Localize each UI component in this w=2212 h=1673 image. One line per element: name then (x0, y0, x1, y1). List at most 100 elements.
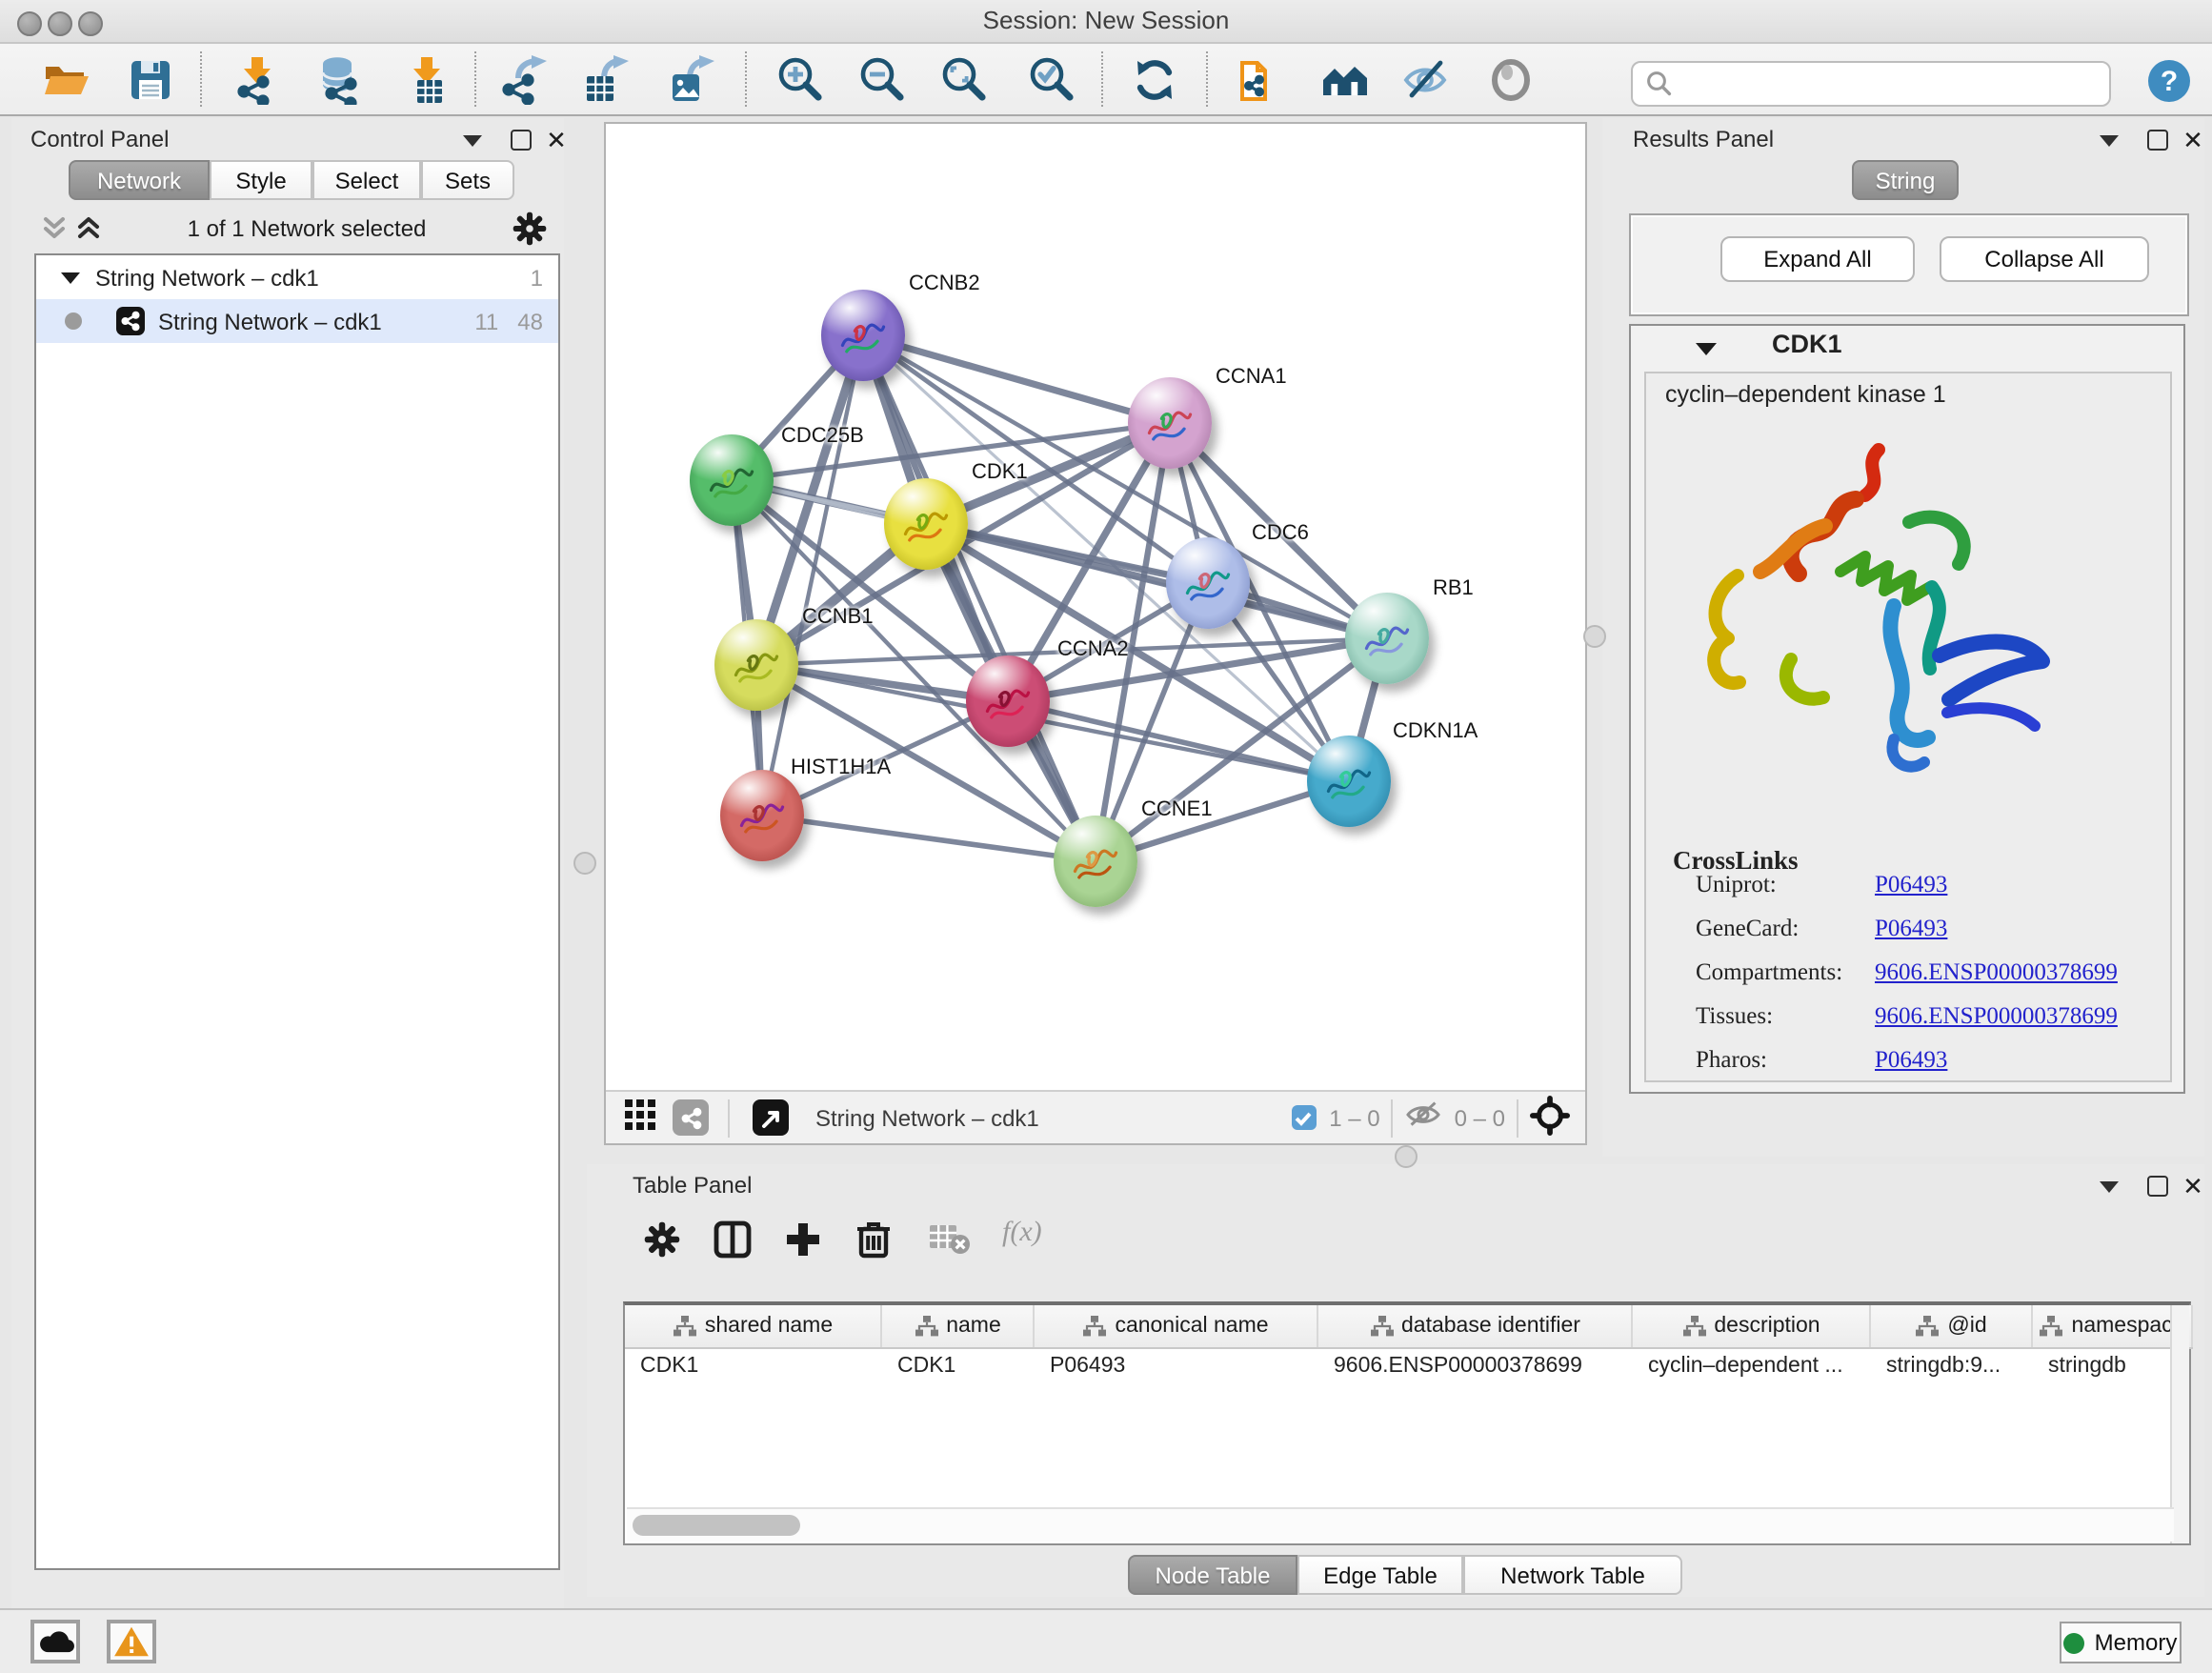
table-panel-float-icon[interactable] (2142, 1174, 2172, 1199)
add-row-icon[interactable] (783, 1219, 823, 1269)
network-node-CDK1[interactable] (884, 478, 968, 570)
show-all-icon[interactable] (1482, 51, 1539, 109)
open-session-icon[interactable] (38, 51, 95, 109)
memory-button[interactable]: Memory (2060, 1622, 2182, 1663)
network-node-CDC6[interactable] (1166, 537, 1250, 629)
table-cell[interactable]: stringdb (2033, 1347, 2193, 1383)
table-cell[interactable]: P06493 (1035, 1347, 1318, 1383)
zoom-out-icon[interactable] (854, 51, 911, 109)
network-node-RB1[interactable] (1345, 593, 1429, 684)
results-panel-float-icon[interactable] (2142, 128, 2172, 152)
expand-all-button[interactable]: Expand All (1720, 236, 1915, 282)
network-options-gear-icon[interactable] (513, 212, 547, 255)
network-node-CDKN1A[interactable] (1307, 736, 1391, 827)
control-panel-close-icon[interactable]: ✕ (541, 128, 572, 152)
horizontal-splitter-grip[interactable] (1395, 1145, 1418, 1168)
warning-button[interactable] (107, 1620, 156, 1663)
zoom-fit-icon[interactable] (935, 51, 993, 109)
collapse-all-networks-icon[interactable] (42, 215, 67, 252)
network-node-CCNE1[interactable] (1054, 816, 1137, 907)
crosslink-value-link[interactable]: 9606.ENSP00000378699 (1875, 1002, 2118, 1031)
table-panel-close-icon[interactable]: ✕ (2178, 1174, 2208, 1199)
import-string-network-icon[interactable] (1231, 51, 1288, 109)
import-network-file-icon[interactable] (229, 51, 286, 109)
table-horizontal-scrollbar[interactable] (627, 1507, 2174, 1542)
first-neighbors-icon[interactable] (1317, 51, 1374, 109)
network-share-icon[interactable] (673, 1099, 709, 1136)
search-input[interactable] (1682, 69, 2109, 99)
network-node-CDC25B[interactable] (690, 434, 774, 526)
import-network-database-icon[interactable] (311, 51, 368, 109)
import-table-file-icon[interactable] (398, 51, 455, 109)
crosslink-value-link[interactable]: P06493 (1875, 915, 1947, 943)
show-columns-icon[interactable] (713, 1219, 753, 1269)
network-node-CCNB2[interactable] (821, 290, 905, 381)
tab-edge-table[interactable]: Edge Table (1297, 1555, 1463, 1595)
network-row[interactable]: String Network – cdk1 11 48 (36, 299, 558, 343)
network-edge[interactable] (762, 816, 1096, 861)
scrollbar-thumb[interactable] (633, 1515, 800, 1536)
save-session-icon[interactable] (122, 51, 179, 109)
fit-content-crosshair-icon[interactable] (1530, 1095, 1570, 1140)
hide-selected-icon[interactable] (1398, 51, 1456, 109)
column-header-database-identifier[interactable]: database identifier (1318, 1305, 1633, 1347)
network-node-CCNA1[interactable] (1128, 377, 1212, 469)
results-panel-menu-icon[interactable] (2094, 128, 2124, 152)
table-cell[interactable]: 9606.ENSP00000378699 (1318, 1347, 1633, 1383)
column-header-description[interactable]: description (1633, 1305, 1871, 1347)
right-splitter-grip[interactable] (1583, 625, 1606, 648)
expand-all-networks-icon[interactable] (76, 215, 101, 252)
crosslink-value-link[interactable]: P06493 (1875, 1046, 1947, 1075)
tab-network[interactable]: Network (69, 160, 210, 200)
selected-checkbox-icon[interactable] (1291, 1105, 1316, 1130)
crosslink-value-link[interactable]: P06493 (1875, 871, 1947, 899)
tab-sets[interactable]: Sets (421, 160, 514, 200)
birdseye-view-icon[interactable] (753, 1099, 789, 1136)
network-node-CCNB1[interactable] (714, 619, 798, 711)
results-panel-close-icon[interactable]: ✕ (2178, 128, 2208, 152)
zoom-selected-icon[interactable] (1023, 51, 1080, 109)
table-cell[interactable]: CDK1 (625, 1347, 882, 1383)
export-image-icon[interactable] (663, 51, 720, 109)
table-panel-menu-icon[interactable] (2094, 1174, 2124, 1199)
tab-string[interactable]: String (1852, 160, 1959, 200)
crosslink-value-link[interactable]: 9606.ENSP00000378699 (1875, 958, 2118, 987)
help-icon[interactable]: ? (2140, 51, 2197, 109)
function-builder-icon[interactable]: f(x) (1002, 1218, 1042, 1250)
tab-style[interactable]: Style (210, 160, 312, 200)
tab-node-table[interactable]: Node Table (1128, 1555, 1297, 1595)
network-node-HIST1H1A[interactable] (720, 770, 804, 861)
gene-collapse-icon[interactable] (1696, 341, 1717, 356)
export-table-icon[interactable] (577, 51, 634, 109)
export-network-icon[interactable] (495, 51, 553, 109)
control-panel-menu-icon[interactable] (457, 128, 488, 152)
table-cell[interactable]: CDK1 (882, 1347, 1035, 1383)
cloud-status-button[interactable] (30, 1620, 80, 1663)
delete-row-trash-icon[interactable] (854, 1218, 894, 1269)
table-settings-gear-icon[interactable] (644, 1221, 680, 1267)
network-edge[interactable] (863, 335, 1096, 861)
table-cell[interactable]: cyclin–dependent ... (1633, 1347, 1871, 1383)
table-cell[interactable]: stringdb:9... (1871, 1347, 2033, 1383)
control-panel-float-icon[interactable] (505, 128, 535, 152)
column-header-shared-name[interactable]: shared name (625, 1305, 882, 1347)
zoom-in-icon[interactable] (772, 51, 829, 109)
collapse-all-button[interactable]: Collapse All (1940, 236, 2149, 282)
delete-table-icon[interactable] (928, 1223, 972, 1265)
network-collection-row[interactable]: String Network – cdk1 1 (36, 255, 558, 299)
column-header-name[interactable]: name (882, 1305, 1035, 1347)
network-canvas[interactable]: CCNB2CCNA1CDC25BCDK1CDC6RB1CCNB1CCNA2CDK… (606, 124, 1585, 1092)
column-header--id[interactable]: @id (1871, 1305, 2033, 1347)
tab-network-table[interactable]: Network Table (1463, 1555, 1682, 1595)
table-row[interactable]: CDK1CDK1P064939606.ENSP00000378699cyclin… (625, 1347, 2193, 1383)
grid-view-icon[interactable] (625, 1099, 657, 1137)
column-header-namespace[interactable]: namespace (2033, 1305, 2193, 1347)
left-splitter-grip[interactable] (573, 852, 596, 875)
column-header-canonical-name[interactable]: canonical name (1035, 1305, 1318, 1347)
network-node-CCNA2[interactable] (966, 655, 1050, 747)
refresh-view-icon[interactable] (1126, 51, 1183, 109)
tab-select[interactable]: Select (312, 160, 421, 200)
hidden-eye-icon[interactable] (1405, 1099, 1443, 1136)
network-edge[interactable] (926, 524, 1387, 638)
collection-expand-icon[interactable] (61, 270, 80, 285)
